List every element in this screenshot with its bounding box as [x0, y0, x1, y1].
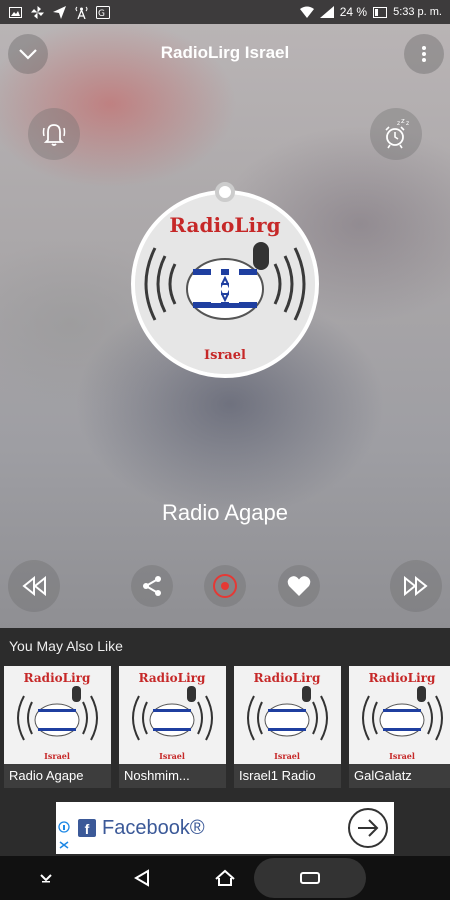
- heart-icon: [287, 576, 311, 596]
- signal-icon: [319, 5, 334, 19]
- antenna-icon: [74, 5, 88, 19]
- ad-content[interactable]: f Facebook®: [56, 802, 394, 854]
- battery-icon: [373, 5, 388, 19]
- alarm-bell-button[interactable]: [28, 108, 80, 160]
- back-button[interactable]: [130, 866, 154, 890]
- station-artwork: RadioLirg Israel: [131, 182, 319, 378]
- chevron-down-icon: [40, 874, 52, 883]
- home-icon: [215, 869, 235, 886]
- more-options-button[interactable]: [404, 34, 444, 74]
- svg-text:RadioLirg: RadioLirg: [139, 671, 206, 685]
- suggestions-section: You May Also Like RadioLirg Israel Radio…: [0, 628, 450, 800]
- player-header: RadioLirg Israel: [0, 28, 450, 78]
- station-thumbnail: RadioLirg Israel: [234, 666, 341, 766]
- page-title: RadioLirg Israel: [160, 43, 290, 62]
- share-icon: [143, 576, 161, 596]
- suggestion-label: Israel1 Radio: [234, 764, 341, 788]
- next-button[interactable]: [390, 560, 442, 612]
- fast-forward-icon: [404, 576, 428, 596]
- station-thumbnail: RadioLirg Israel: [4, 666, 111, 766]
- previous-button[interactable]: [8, 560, 60, 612]
- ad-banner: f Facebook®: [0, 800, 450, 856]
- send-icon: [52, 5, 66, 19]
- suggestions-list: RadioLirg Israel Radio Agape RadioLirg I…: [4, 666, 450, 788]
- svg-text:z: z: [406, 120, 409, 127]
- ad-open-button[interactable]: [348, 808, 388, 848]
- favorite-button[interactable]: [278, 565, 320, 607]
- recents-icon: [300, 872, 320, 884]
- record-button[interactable]: [204, 565, 246, 607]
- alarm-clock-sleep-icon: z z z: [385, 118, 409, 149]
- system-navigation-bar: [0, 856, 450, 900]
- wifi-icon: [299, 5, 314, 19]
- rewind-icon: [22, 576, 46, 596]
- svg-text:z: z: [401, 118, 405, 125]
- suggestion-card[interactable]: RadioLirg Israel GalGalatz: [349, 666, 450, 788]
- station-name: Radio Agape: [162, 500, 288, 525]
- home-button[interactable]: [213, 866, 237, 890]
- svg-text:RadioLirg: RadioLirg: [254, 671, 321, 685]
- svg-text:z: z: [397, 120, 400, 127]
- suggestion-card[interactable]: RadioLirg Israel Israel1 Radio: [234, 666, 341, 788]
- collapse-button[interactable]: [8, 34, 48, 74]
- bell-icon: [42, 124, 66, 146]
- svg-text:RadioLirg: RadioLirg: [24, 671, 91, 685]
- suggestion-label: GalGalatz: [349, 764, 450, 788]
- suggestion-card[interactable]: RadioLirg Israel Noshmim...: [119, 666, 226, 788]
- svg-text:Israel: Israel: [44, 751, 70, 761]
- station-thumbnail: RadioLirg Israel: [119, 666, 226, 766]
- sleep-timer-button[interactable]: z z z: [370, 108, 422, 160]
- pause-icon: [211, 269, 239, 303]
- suggestion-card[interactable]: RadioLirg Israel Radio Agape: [4, 666, 111, 788]
- station-thumbnail: RadioLirg Israel: [349, 666, 450, 766]
- suggestion-label: Radio Agape: [4, 764, 111, 788]
- back-triangle-icon: [134, 869, 149, 887]
- logo-text: RadioLirg: [169, 213, 280, 237]
- pinwheel-icon: [30, 5, 44, 19]
- svg-text:G: G: [98, 9, 105, 19]
- status-bar: G 24 % 5:33 p. m.: [0, 0, 450, 24]
- hide-nav-button[interactable]: [36, 866, 56, 890]
- suggestion-label: Noshmim...: [119, 764, 226, 788]
- ad-text: Facebook®: [102, 816, 205, 839]
- record-icon: [213, 574, 237, 598]
- share-button[interactable]: [131, 565, 173, 607]
- more-vert-icon: [422, 46, 426, 62]
- progress-handle[interactable]: [215, 182, 235, 202]
- battery-percent: 24 %: [339, 5, 368, 19]
- suggestions-title: You May Also Like: [9, 638, 123, 654]
- translate-icon: G: [96, 5, 110, 19]
- gallery-icon: [8, 5, 22, 19]
- status-time: 5:33 p. m.: [393, 6, 442, 18]
- pause-button[interactable]: [203, 264, 247, 308]
- logo-subtext: Israel: [204, 348, 246, 363]
- svg-text:Israel: Israel: [159, 751, 185, 761]
- chevron-down-icon: [19, 49, 37, 60]
- facebook-logo-icon: f: [78, 819, 96, 837]
- svg-text:RadioLirg: RadioLirg: [369, 671, 436, 685]
- arrow-right-icon: [358, 819, 379, 837]
- svg-text:Israel: Israel: [389, 751, 415, 761]
- ad-choices-icon[interactable]: [56, 820, 72, 854]
- svg-text:Israel: Israel: [274, 751, 300, 761]
- recents-button[interactable]: [254, 858, 366, 898]
